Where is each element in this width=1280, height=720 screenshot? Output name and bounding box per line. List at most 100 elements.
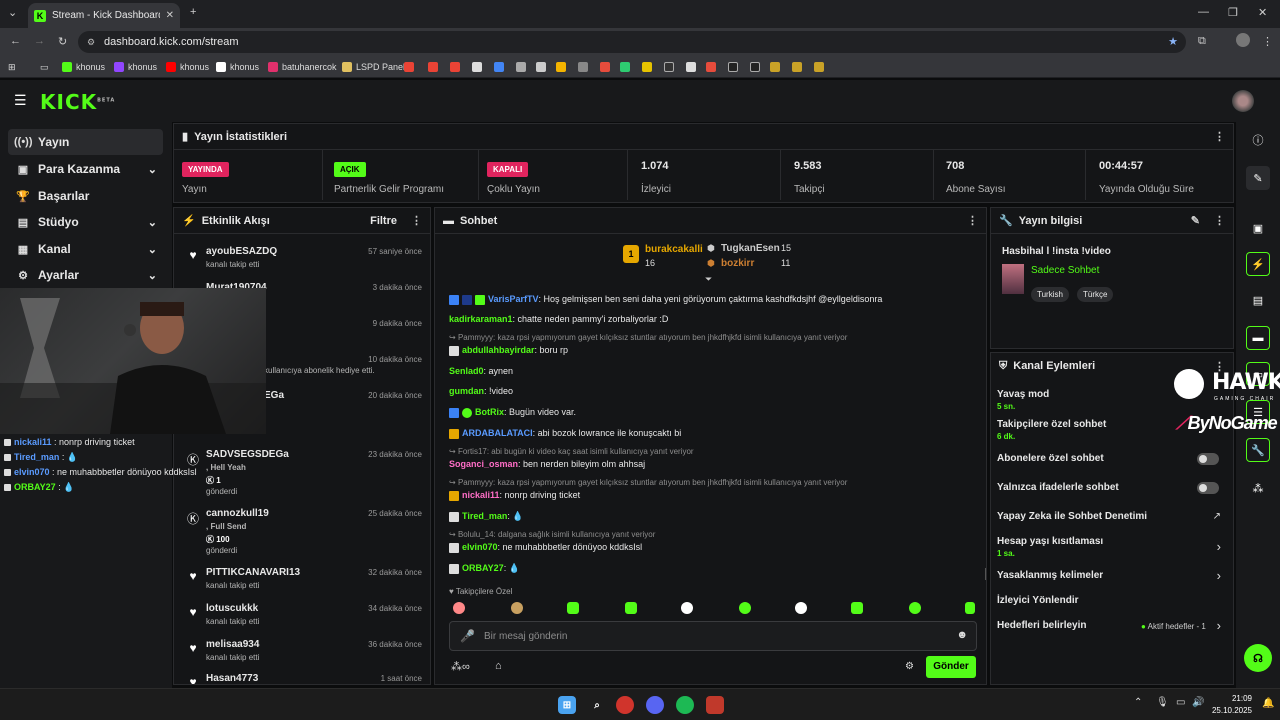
- browser-menu-icon[interactable]: ⋮: [1262, 35, 1273, 48]
- bookmark-icon-24[interactable]: [770, 60, 780, 74]
- bookmark-icon-9[interactable]: [450, 60, 460, 74]
- feed-menu-icon[interactable]: ⋮: [411, 214, 422, 227]
- start-icon[interactable]: ⊞: [558, 696, 576, 714]
- chat-scrollbar[interactable]: [985, 568, 986, 580]
- info-icon[interactable]: ⓘ: [1246, 128, 1270, 152]
- bookmark-4[interactable]: khonus: [216, 60, 259, 74]
- network-icon[interactable]: ▭: [1176, 697, 1185, 708]
- send-button[interactable]: Gönder: [926, 656, 976, 678]
- search-icon[interactable]: ⌕: [588, 696, 606, 714]
- emote-icon[interactable]: [795, 602, 807, 614]
- kick-logo[interactable]: KICKBETA: [40, 90, 115, 114]
- kick-points-icon[interactable]: ⁂∞: [451, 660, 470, 673]
- chrome-icon[interactable]: [616, 696, 634, 714]
- app-icon[interactable]: [706, 696, 724, 714]
- bookmark-icon-21[interactable]: [706, 60, 716, 74]
- emotes-only-toggle[interactable]: [1197, 482, 1219, 494]
- bookmark-3[interactable]: khonus: [166, 60, 209, 74]
- bookmark-icon-10[interactable]: [472, 60, 482, 74]
- leader-2-name[interactable]: TugkanEsen: [721, 243, 780, 254]
- info-menu-icon[interactable]: ⋮: [1214, 214, 1225, 227]
- minimize-icon[interactable]: —: [1198, 6, 1209, 18]
- tab-search-icon[interactable]: ⌄: [8, 6, 17, 19]
- back-icon[interactable]: ←: [10, 35, 21, 47]
- subscribers-only-toggle[interactable]: [1197, 453, 1219, 465]
- tray-chevron-icon[interactable]: ⌃: [1134, 697, 1142, 708]
- external-link-icon[interactable]: ↗: [1213, 511, 1221, 522]
- extensions-icon[interactable]: ⁂: [1246, 476, 1270, 500]
- edit-icon[interactable]: ✎: [1246, 166, 1270, 190]
- emote-icon[interactable]: [851, 602, 863, 614]
- volume-icon[interactable]: 🔊: [1192, 697, 1204, 708]
- emote-icon[interactable]: [625, 602, 637, 614]
- sidebar-item-yayin[interactable]: ((•)) Yayın: [8, 129, 163, 155]
- document-icon[interactable]: ▤: [1246, 288, 1270, 312]
- chat-menu-icon[interactable]: ⋮: [967, 214, 978, 227]
- hamburger-menu-icon[interactable]: ☰: [14, 92, 27, 109]
- url-input[interactable]: ⚙ dashboard.kick.com/stream ★: [78, 31, 1186, 53]
- emote-icon[interactable]: [965, 602, 975, 614]
- bookmark-icon-18[interactable]: [642, 60, 652, 74]
- ai-moderation-action[interactable]: Yapay Zeka ile Sohbet Denetimi: [997, 511, 1221, 522]
- clock-time[interactable]: 21:09: [1212, 694, 1252, 703]
- store-icon[interactable]: ⌂: [495, 660, 502, 672]
- collapse-leaders-icon[interactable]: ⏷: [705, 274, 712, 285]
- viewer-redirect-action[interactable]: İzleyici Yönlendir: [997, 595, 1221, 606]
- tools-icon[interactable]: 🔧: [1246, 438, 1270, 462]
- reload-icon[interactable]: ↻: [58, 35, 67, 48]
- bookmark-1[interactable]: khonus: [62, 60, 105, 74]
- sidebar-item-kanal[interactable]: ▦ Kanal ⌄: [8, 236, 163, 262]
- bookmark-6[interactable]: LSPD Panel: [342, 60, 405, 74]
- leader-1-name[interactable]: burakcakalli: [645, 244, 703, 255]
- bookmark-icon-20[interactable]: [686, 60, 696, 74]
- bookmark-icon-17[interactable]: [620, 60, 630, 74]
- sidebar-item-studyo[interactable]: ▤ Stüdyo ⌄: [8, 209, 163, 235]
- sidebar-item-basarilar[interactable]: 🏆 Başarılar: [8, 183, 163, 209]
- bookmark-icon-16[interactable]: [600, 60, 610, 74]
- camera-icon[interactable]: ▣: [1246, 216, 1270, 240]
- bookmark-2[interactable]: khonus: [114, 60, 157, 74]
- account-age-action[interactable]: Hesap yaşı kısıtlaması 1 sa.: [997, 536, 1221, 558]
- sidebar-item-para-kazanma[interactable]: ▣ Para Kazanma ⌄: [8, 156, 163, 182]
- bookmark-5[interactable]: batuhanercok: [268, 60, 337, 74]
- clock-date[interactable]: 25.10.2025: [1206, 706, 1252, 715]
- emote-icon[interactable]: [453, 602, 465, 614]
- bookmark-icon-15[interactable]: [578, 60, 588, 74]
- folder-icon[interactable]: ▭: [40, 60, 49, 74]
- emote-icon[interactable]: [567, 602, 579, 614]
- bookmark-icon-12[interactable]: [516, 60, 526, 74]
- chat-settings-icon[interactable]: ⚙: [905, 661, 914, 672]
- emoji-icon[interactable]: ☻: [956, 629, 968, 641]
- bookmark-icon-19[interactable]: [664, 60, 674, 74]
- chat-icon[interactable]: ▬: [1246, 326, 1270, 350]
- stats-menu-icon[interactable]: ⋮: [1214, 130, 1225, 143]
- bookmark-star-icon[interactable]: ★: [1168, 31, 1178, 53]
- support-headset-icon[interactable]: ☊: [1244, 644, 1272, 672]
- leader-3-name[interactable]: bozkirr: [721, 258, 754, 269]
- close-window-icon[interactable]: ✕: [1258, 6, 1267, 19]
- user-avatar[interactable]: [1232, 90, 1254, 112]
- microphone-tray-icon[interactable]: 🎙: [1156, 697, 1169, 708]
- chat-input[interactable]: 🎤 Bir mesaj gönderin ☻: [449, 621, 977, 651]
- new-tab-icon[interactable]: +: [190, 6, 196, 18]
- edit-pencil-icon[interactable]: ✎: [1191, 214, 1200, 227]
- emote-icon[interactable]: [511, 602, 523, 614]
- profile-avatar[interactable]: [1236, 33, 1250, 47]
- spotify-icon[interactable]: [676, 696, 694, 714]
- bookmark-icon-25[interactable]: [792, 60, 802, 74]
- bookmark-icon-26[interactable]: [814, 60, 824, 74]
- notification-icon[interactable]: 🔔: [1262, 698, 1274, 709]
- bookmark-icon-14[interactable]: [556, 60, 566, 74]
- bookmark-icon-8[interactable]: [428, 60, 438, 74]
- activity-icon[interactable]: ⚡: [1246, 252, 1270, 276]
- bookmark-icon-23[interactable]: [750, 60, 760, 74]
- bookmark-icon-13[interactable]: [536, 60, 546, 74]
- microphone-icon[interactable]: 🎤: [460, 629, 475, 643]
- discord-icon[interactable]: [646, 696, 664, 714]
- filter-button[interactable]: Filtre: [370, 215, 397, 227]
- browser-tab[interactable]: K Stream - Kick Dashboard ✕: [28, 3, 180, 28]
- bookmark-icon-11[interactable]: [494, 60, 504, 74]
- bookmark-icon-22[interactable]: [728, 60, 738, 74]
- bookmark-icon-7[interactable]: [404, 60, 414, 74]
- emote-icon[interactable]: [681, 602, 693, 614]
